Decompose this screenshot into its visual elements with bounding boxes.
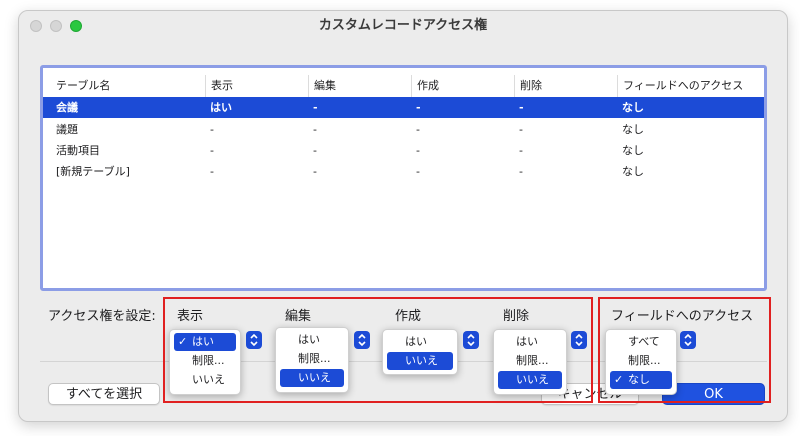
dialog-window: カスタムレコードアクセス権 テーブル名 表示 編集 作成 削除 フィールドへのア… [18, 10, 788, 422]
cell-create: - [416, 165, 420, 178]
cell-edit: - [313, 101, 318, 114]
set-permissions-label: アクセス権を設定: [48, 309, 156, 324]
cell-delete: - [519, 144, 523, 157]
col-header-field-access[interactable]: フィールドへのアクセス [617, 75, 765, 97]
cell-view: はい [210, 101, 232, 114]
table-header: テーブル名 表示 編集 作成 削除 フィールドへのアクセス [43, 75, 764, 97]
cell-create: - [416, 144, 420, 157]
close-window-button[interactable] [30, 20, 42, 32]
cell-edit: - [313, 144, 317, 157]
cell-delete: - [519, 165, 523, 178]
select-all-button[interactable]: すべてを選択 [48, 383, 160, 405]
window-title: カスタムレコードアクセス権 [318, 18, 488, 33]
cell-field-access: なし [622, 165, 644, 178]
cell-create: - [416, 123, 420, 136]
table-row[interactable]: 議題 - - - - なし [43, 119, 764, 140]
cell-edit: - [313, 123, 317, 136]
permissions-table[interactable]: テーブル名 表示 編集 作成 削除 フィールドへのアクセス 会議 はい - - … [40, 65, 767, 291]
col-header-view[interactable]: 表示 [205, 75, 307, 97]
cell-delete: - [519, 101, 524, 114]
cell-table-name: [新規テーブル] [56, 165, 130, 178]
cell-table-name: 議題 [56, 123, 78, 136]
cell-field-access: なし [622, 101, 644, 114]
col-header-edit[interactable]: 編集 [308, 75, 410, 97]
table-row[interactable]: [新規テーブル] - - - - なし [43, 161, 764, 182]
cell-view: - [210, 144, 214, 157]
cell-table-name: 活動項目 [56, 144, 100, 157]
table-row[interactable]: 活動項目 - - - - なし [43, 140, 764, 161]
cell-edit: - [313, 165, 317, 178]
zoom-window-button[interactable] [70, 20, 82, 32]
cell-field-access: なし [622, 123, 644, 136]
cell-view: - [210, 165, 214, 178]
col-header-table-name[interactable]: テーブル名 [51, 75, 203, 97]
cell-create: - [416, 101, 421, 114]
highlight-box-permissions [163, 297, 593, 403]
minimize-window-button[interactable] [50, 20, 62, 32]
cell-table-name: 会議 [56, 101, 78, 114]
cell-field-access: なし [622, 144, 644, 157]
cell-delete: - [519, 123, 523, 136]
highlight-box-field-access [598, 297, 771, 403]
col-header-delete[interactable]: 削除 [514, 75, 616, 97]
cell-view: - [210, 123, 214, 136]
title-bar: カスタムレコードアクセス権 [19, 11, 787, 41]
table-row[interactable]: 会議 はい - - - なし [43, 97, 764, 118]
col-header-create[interactable]: 作成 [411, 75, 513, 97]
